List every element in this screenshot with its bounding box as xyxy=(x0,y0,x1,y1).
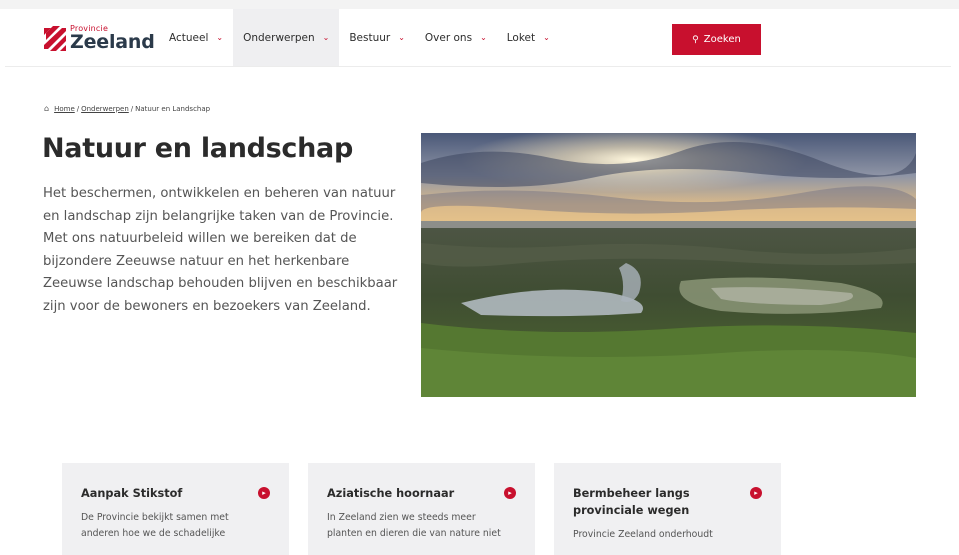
zeeland-logo-icon xyxy=(44,26,66,51)
topic-card-hoornaar[interactable]: Aziatische hoornaar ▸ In Zeeland zien we… xyxy=(308,463,535,555)
logo-big-text: Zeeland xyxy=(70,30,155,53)
nav-item-label: Loket xyxy=(506,31,536,44)
logo[interactable]: Provincie Zeeland xyxy=(42,22,155,54)
nav-item-bestuur[interactable]: Bestuur ⌄ xyxy=(339,9,415,66)
search-icon: ⚲ xyxy=(692,34,699,45)
topic-card-bermbeheer[interactable]: Bermbeheer langs provinciale wegen ▸ Pro… xyxy=(554,463,781,555)
intro-text: Het beschermen, ontwikkelen en beheren v… xyxy=(43,186,398,314)
site-header: Provincie Zeeland Actueel ⌄ Onderwerpen … xyxy=(5,9,951,67)
search-button[interactable]: ⚲ Zoeken xyxy=(672,24,761,55)
card-text: De Provincie bekijkt samen met anderen h… xyxy=(81,512,229,539)
breadcrumb-current: Natuur en Landschap xyxy=(135,104,211,113)
breadcrumb-onderwerpen-link[interactable]: Onderwerpen xyxy=(81,105,129,113)
arrow-right-icon: ▸ xyxy=(750,487,762,499)
page-title: Natuur en landschap xyxy=(42,133,353,164)
breadcrumb-home-link[interactable]: Home xyxy=(54,105,75,113)
chevron-down-icon: ⌄ xyxy=(543,33,550,42)
nav-item-onderwerpen[interactable]: Onderwerpen ⌄ xyxy=(233,9,340,66)
card-text: Provincie Zeeland onderhoudt xyxy=(573,529,713,540)
chevron-down-icon: ⌄ xyxy=(480,33,487,42)
arrow-right-icon: ▸ xyxy=(504,487,516,499)
nav-item-label: Over ons xyxy=(424,31,473,44)
chevron-down-icon: ⌄ xyxy=(216,33,224,42)
chevron-down-icon: ⌄ xyxy=(398,33,405,42)
search-button-label: Zoeken xyxy=(703,34,741,45)
card-title: Aanpak Stikstof xyxy=(81,487,183,500)
page: Provincie Zeeland Actueel ⌄ Onderwerpen … xyxy=(0,0,959,555)
home-icon: ⌂ xyxy=(44,104,50,113)
nav-item-label: Actueel xyxy=(169,31,209,44)
nav-item-label: Onderwerpen xyxy=(243,31,315,44)
nav-item-label: Bestuur xyxy=(349,31,391,44)
card-title: Bermbeheer langs provinciale wegen xyxy=(573,487,690,517)
hero-landscape-image xyxy=(421,133,916,397)
chevron-down-icon: ⌄ xyxy=(322,33,330,42)
main-nav: Actueel ⌄ Onderwerpen ⌄ Bestuur ⌄ Over o… xyxy=(157,9,560,66)
nav-item-loket[interactable]: Loket ⌄ xyxy=(497,9,560,66)
card-title: Aziatische hoornaar xyxy=(327,487,455,500)
breadcrumb-separator: / xyxy=(76,104,80,113)
nav-item-actueel[interactable]: Actueel ⌄ xyxy=(157,9,233,66)
topic-card-stikstof[interactable]: Aanpak Stikstof ▸ De Provincie bekijkt s… xyxy=(62,463,289,555)
arrow-right-icon: ▸ xyxy=(258,487,270,499)
card-text: In Zeeland zien we steeds meer planten e… xyxy=(327,512,501,539)
landscape-illustration xyxy=(421,133,916,397)
breadcrumb: ⌂ Home / Onderwerpen / Natuur en Landsch… xyxy=(44,104,210,113)
nav-item-over-ons[interactable]: Over ons ⌄ xyxy=(415,9,497,66)
breadcrumb-separator: / xyxy=(130,104,134,113)
logo-wordmark: Provincie Zeeland xyxy=(70,24,155,53)
top-strip xyxy=(0,0,959,9)
